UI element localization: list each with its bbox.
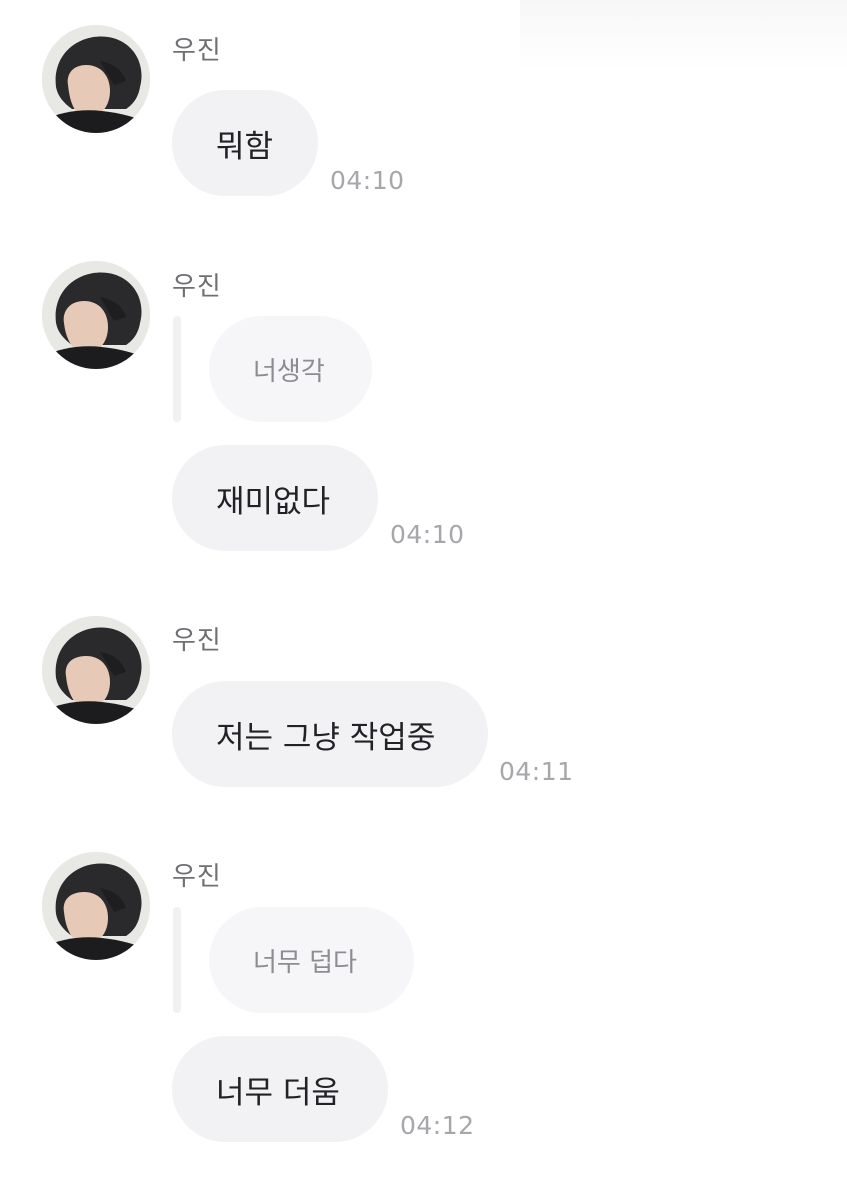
profile-photo-avatar [42,261,150,369]
message-time: 04:10 [390,520,465,549]
message-text: 재미없다 [216,483,331,520]
message-bubble[interactable]: 재미없다 [172,445,378,551]
message-bubble[interactable]: 저는 그냥 작업중 [172,681,488,787]
message-time: 04:12 [400,1111,475,1140]
chat-thread: 우진 뭐함 04:10 우진 너생각 재미없다 04:10 우진 저는 그냥 작… [0,0,847,1200]
message-time: 04:11 [499,757,574,786]
sender-avatar[interactable] [42,616,150,724]
message-time: 04:10 [330,166,405,195]
reply-quote-bar [173,907,181,1013]
sender-name: 우진 [172,36,222,66]
reply-quote-bubble[interactable]: 너생각 [209,316,372,422]
message-text: 너무 더움 [216,1074,340,1111]
sender-avatar[interactable] [42,852,150,960]
message-bubble[interactable]: 뭐함 [172,90,318,196]
message-text: 저는 그냥 작업중 [216,719,436,756]
sender-avatar[interactable] [42,261,150,369]
reply-quote-text: 너생각 [253,356,325,387]
message-text: 뭐함 [216,128,274,165]
reply-quote-bar [173,316,181,422]
top-glare [520,0,847,70]
sender-name: 우진 [172,862,222,892]
sender-name: 우진 [172,272,222,302]
sender-avatar[interactable] [42,25,150,133]
profile-photo-avatar [42,616,150,724]
profile-photo-avatar [42,25,150,133]
reply-quote-text: 너무 덥다 [253,947,357,978]
reply-quote-bubble[interactable]: 너무 덥다 [209,907,414,1013]
profile-photo-avatar [42,852,150,960]
sender-name: 우진 [172,626,222,656]
message-bubble[interactable]: 너무 더움 [172,1036,388,1142]
